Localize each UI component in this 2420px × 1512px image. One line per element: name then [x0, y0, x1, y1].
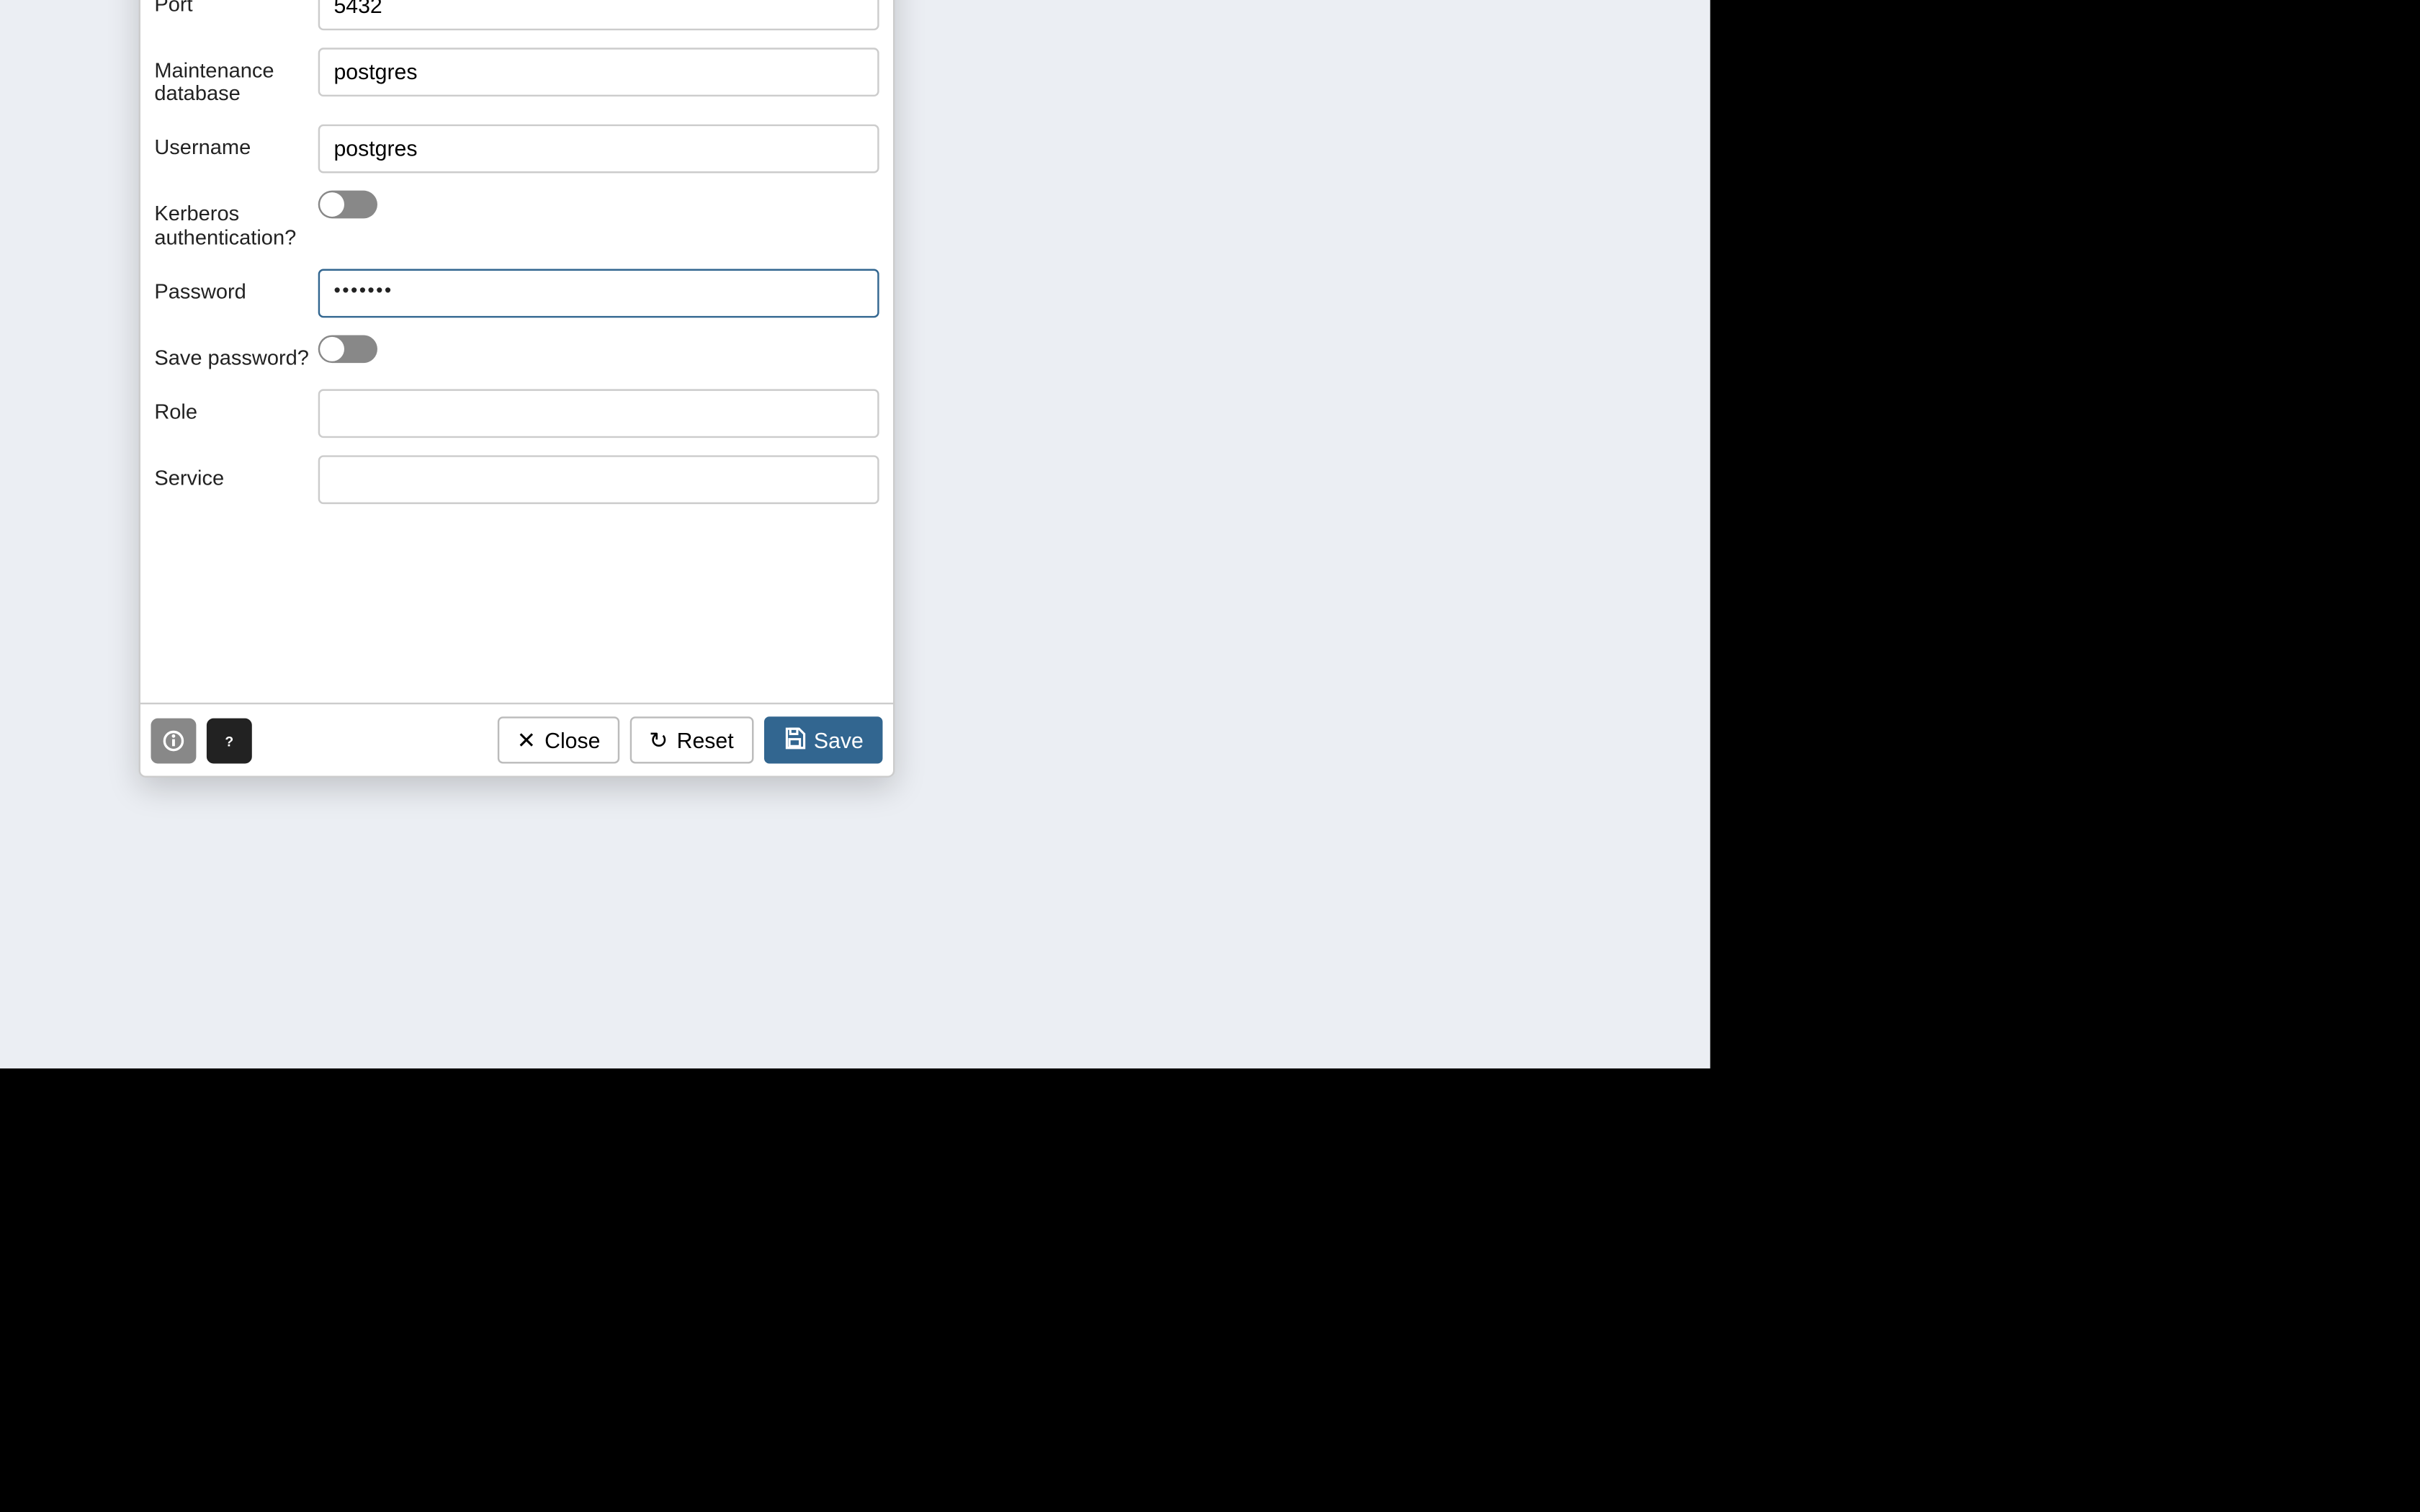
service-label: Service — [154, 454, 318, 490]
maintenance-db-label: Maintenance database — [154, 47, 318, 107]
reset-button-label: Reset — [677, 728, 734, 752]
dialog-footer: ? ✕ Close ↻ Reset Save — [140, 703, 893, 776]
username-input[interactable] — [318, 125, 879, 174]
password-input[interactable]: ••••••• — [318, 269, 879, 318]
close-button-label: Close — [544, 728, 600, 752]
save-password-toggle[interactable] — [318, 335, 377, 363]
port-label: Port — [154, 0, 318, 17]
save-button[interactable]: Save — [763, 716, 883, 763]
svg-text:?: ? — [225, 733, 233, 749]
kerberos-toggle[interactable] — [318, 191, 377, 219]
close-button[interactable]: ✕ Close — [498, 716, 619, 763]
role-input[interactable] — [318, 388, 879, 437]
close-icon: ✕ — [517, 726, 536, 755]
reset-button[interactable]: ↻ Reset — [630, 716, 753, 763]
sql-info-button[interactable] — [151, 717, 196, 762]
role-label: Role — [154, 388, 318, 424]
service-input[interactable] — [318, 454, 879, 503]
maintenance-db-input[interactable] — [318, 47, 879, 96]
reset-icon: ↻ — [649, 726, 668, 755]
register-server-dialog: Register - Server ⤢ ✕ General Connection… — [139, 0, 895, 778]
password-value: ••••••• — [320, 269, 393, 316]
password-label: Password — [154, 269, 318, 305]
help-button[interactable]: ? — [207, 717, 252, 762]
dialog-body: Host name/address Port Maintenance datab… — [140, 0, 893, 703]
save-password-label: Save password? — [154, 335, 318, 371]
port-input[interactable] — [318, 0, 879, 30]
kerberos-label: Kerberos authentication? — [154, 191, 318, 251]
save-icon — [782, 726, 805, 755]
username-label: Username — [154, 125, 318, 161]
save-button-label: Save — [814, 728, 864, 752]
